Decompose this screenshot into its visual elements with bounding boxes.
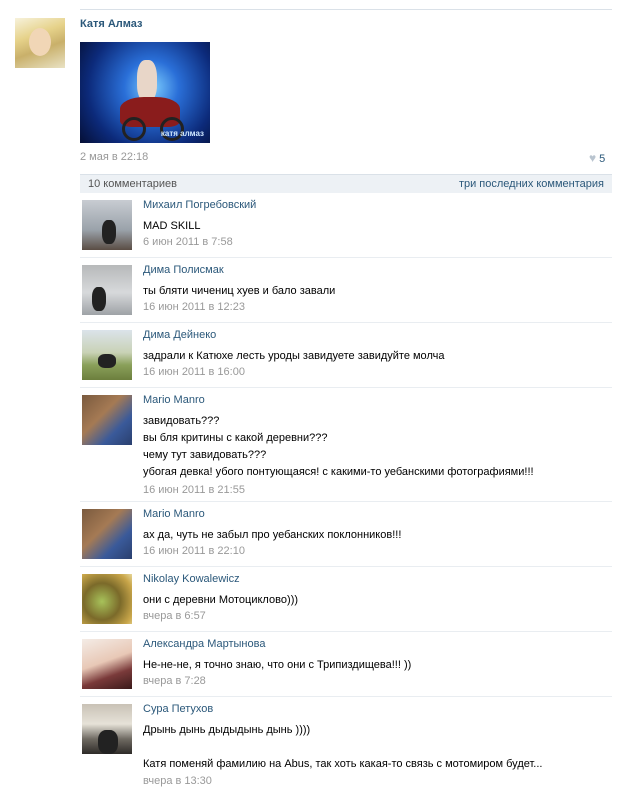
- reply-item: Сура Петухов Дрынь дынь дыдыдынь дынь ))…: [80, 697, 612, 792]
- reply-avatar[interactable]: [82, 509, 132, 559]
- reply-author[interactable]: Михаил Погребовский: [143, 199, 256, 211]
- reply-item: Михаил Погребовский MAD SKILL 6 июн 2011…: [80, 193, 612, 258]
- reply-avatar[interactable]: [82, 395, 132, 445]
- reply-avatar[interactable]: [82, 574, 132, 624]
- comments-count[interactable]: 10 комментариев: [88, 178, 177, 190]
- reply-item: Дима Полисмак ты бляти чичениц хуев и ба…: [80, 258, 612, 323]
- top-divider: [80, 9, 612, 10]
- show-last-comments-link[interactable]: три последних комментария: [459, 178, 604, 190]
- reply-date[interactable]: вчера в 13:30: [143, 775, 212, 787]
- reply-text: MAD SKILL: [143, 220, 201, 232]
- post-author-name[interactable]: Катя Алмаз: [80, 18, 142, 30]
- post-author-avatar[interactable]: [15, 18, 65, 68]
- reply-author[interactable]: Nikolay Kowalewicz: [143, 573, 240, 585]
- reply-author[interactable]: Сура Петухов: [143, 703, 213, 715]
- reply-text: они с деревни Мотоцикловo))): [143, 594, 299, 606]
- like-button[interactable]: ♥ 5: [589, 151, 605, 165]
- reply-date[interactable]: вчера в 6:57: [143, 610, 206, 622]
- reply-author[interactable]: Mario Manro: [143, 394, 205, 406]
- reply-avatar[interactable]: [82, 704, 132, 754]
- post-date[interactable]: 2 мая в 22:18: [80, 151, 148, 163]
- reply-text: ах да, чуть не забыл про уебанских покло…: [143, 529, 402, 541]
- heart-icon: ♥: [589, 151, 597, 165]
- reply-text: Дрынь дынь дыдыдынь дынь )))) Катя помен…: [143, 724, 543, 770]
- reply-text: Не-не-не, я точно знаю, что они с Трипиз…: [143, 659, 412, 671]
- reply-date[interactable]: 16 июн 2011 в 22:10: [143, 545, 245, 557]
- reply-item: Mario Manro завидовать??? вы бля критины…: [80, 388, 612, 502]
- reply-item: Nikolay Kowalewicz они с деревни Мотоцик…: [80, 567, 612, 632]
- reply-date[interactable]: вчера в 7:28: [143, 675, 206, 687]
- reply-avatar[interactable]: [82, 639, 132, 689]
- reply-date[interactable]: 16 июн 2011 в 12:23: [143, 301, 245, 313]
- reply-item: Дима Дейнеко задрали к Катюхе лесть урод…: [80, 323, 612, 388]
- reply-avatar[interactable]: [82, 200, 132, 250]
- reply-item: Александра Мартынова Не-не-не, я точно з…: [80, 632, 612, 697]
- reply-date[interactable]: 16 июн 2011 в 21:55: [143, 484, 245, 496]
- reply-text: завидовать??? вы бля критины с какой дер…: [143, 415, 534, 478]
- reply-item: Mario Manro ах да, чуть не забыл про уеб…: [80, 502, 612, 567]
- reply-avatar[interactable]: [82, 265, 132, 315]
- reply-date[interactable]: 6 июн 2011 в 7:58: [143, 236, 233, 248]
- reply-avatar[interactable]: [82, 330, 132, 380]
- like-count: 5: [599, 153, 606, 165]
- reply-author[interactable]: Mario Manro: [143, 508, 205, 520]
- reply-date[interactable]: 16 июн 2011 в 16:00: [143, 366, 245, 378]
- post-photo[interactable]: катя алмаз: [80, 42, 210, 143]
- reply-author[interactable]: Дима Дейнеко: [143, 329, 216, 341]
- reply-text: ты бляти чичениц хуев и бало завали: [143, 285, 336, 297]
- reply-text: задрали к Катюхе лесть уроды завидуете з…: [143, 350, 445, 362]
- comments-header: 10 комментариев три последних комментари…: [80, 174, 612, 193]
- reply-author[interactable]: Александра Мартынова: [143, 638, 265, 650]
- photo-caption: катя алмаз: [160, 129, 204, 138]
- reply-author[interactable]: Дима Полисмак: [143, 264, 224, 276]
